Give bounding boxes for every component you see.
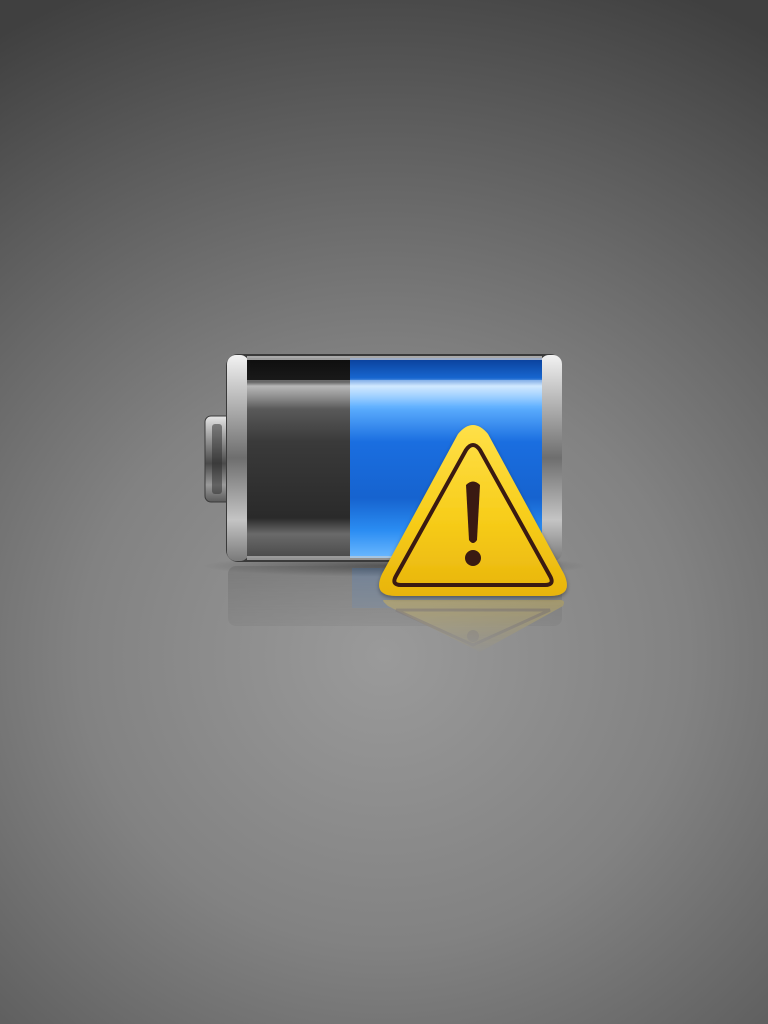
warning-icon bbox=[379, 425, 567, 596]
battery-warning-scene bbox=[0, 0, 768, 1024]
